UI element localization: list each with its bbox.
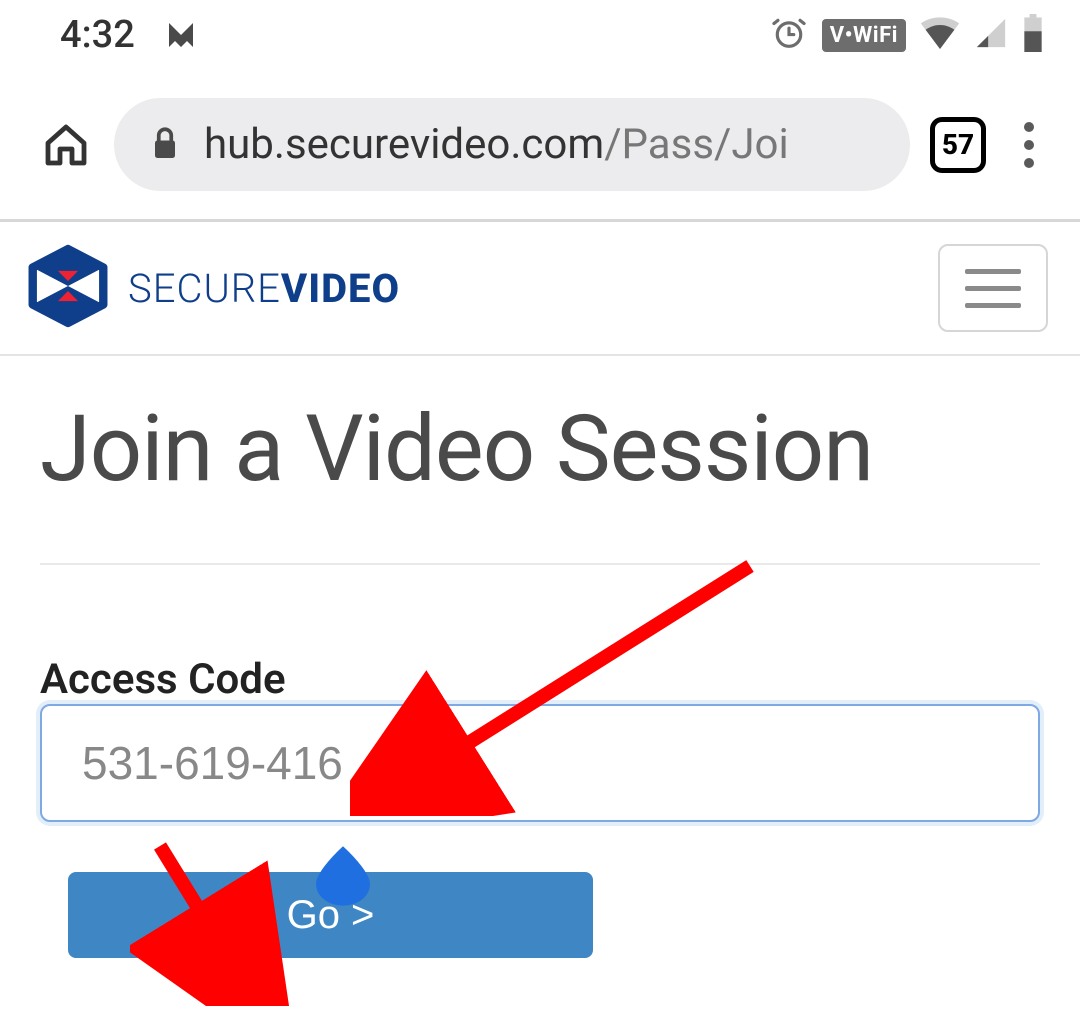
cellular-icon [974, 16, 1008, 54]
lock-icon [150, 125, 180, 165]
alarm-icon [770, 14, 808, 56]
brand-bold: VIDEO [281, 265, 400, 312]
url-text: hub.securevideo.com/Pass/Joi [204, 120, 789, 169]
wifi-icon [920, 17, 960, 53]
malwarebytes-icon [163, 17, 199, 53]
url-path: /Pass/Joi [604, 120, 788, 169]
go-button[interactable]: Go > [68, 872, 593, 958]
tab-count-label: 57 [942, 128, 974, 161]
brand-text: SECUREVIDEO [128, 265, 400, 312]
page-title: Join a Video Session [40, 396, 1040, 565]
menu-button[interactable] [938, 244, 1048, 332]
url-host: hub.securevideo.com [204, 120, 604, 169]
access-code-label: Access Code [40, 655, 286, 704]
brand[interactable]: SECUREVIDEO [26, 244, 400, 332]
vowifi-badge: V•WiFi [822, 19, 906, 52]
brand-light: SECURE [128, 265, 281, 312]
status-left: 4:32 [60, 13, 199, 57]
status-right: V•WiFi [770, 14, 1044, 56]
tabs-button[interactable]: 57 [930, 117, 986, 173]
home-button[interactable] [38, 117, 94, 173]
battery-icon [1022, 14, 1044, 56]
clock: 4:32 [60, 13, 135, 57]
brand-logo-icon [26, 244, 110, 332]
site-header: SECUREVIDEO [0, 222, 1080, 356]
address-bar[interactable]: hub.securevideo.com/Pass/Joi [114, 98, 910, 191]
browser-toolbar: hub.securevideo.com/Pass/Joi 57 [0, 70, 1080, 222]
main-content: Join a Video Session Access Code Go > [0, 356, 1080, 958]
access-code-input[interactable] [40, 704, 1040, 822]
android-status-bar: 4:32 V•WiFi [0, 0, 1080, 70]
overflow-menu-button[interactable] [1006, 116, 1052, 174]
